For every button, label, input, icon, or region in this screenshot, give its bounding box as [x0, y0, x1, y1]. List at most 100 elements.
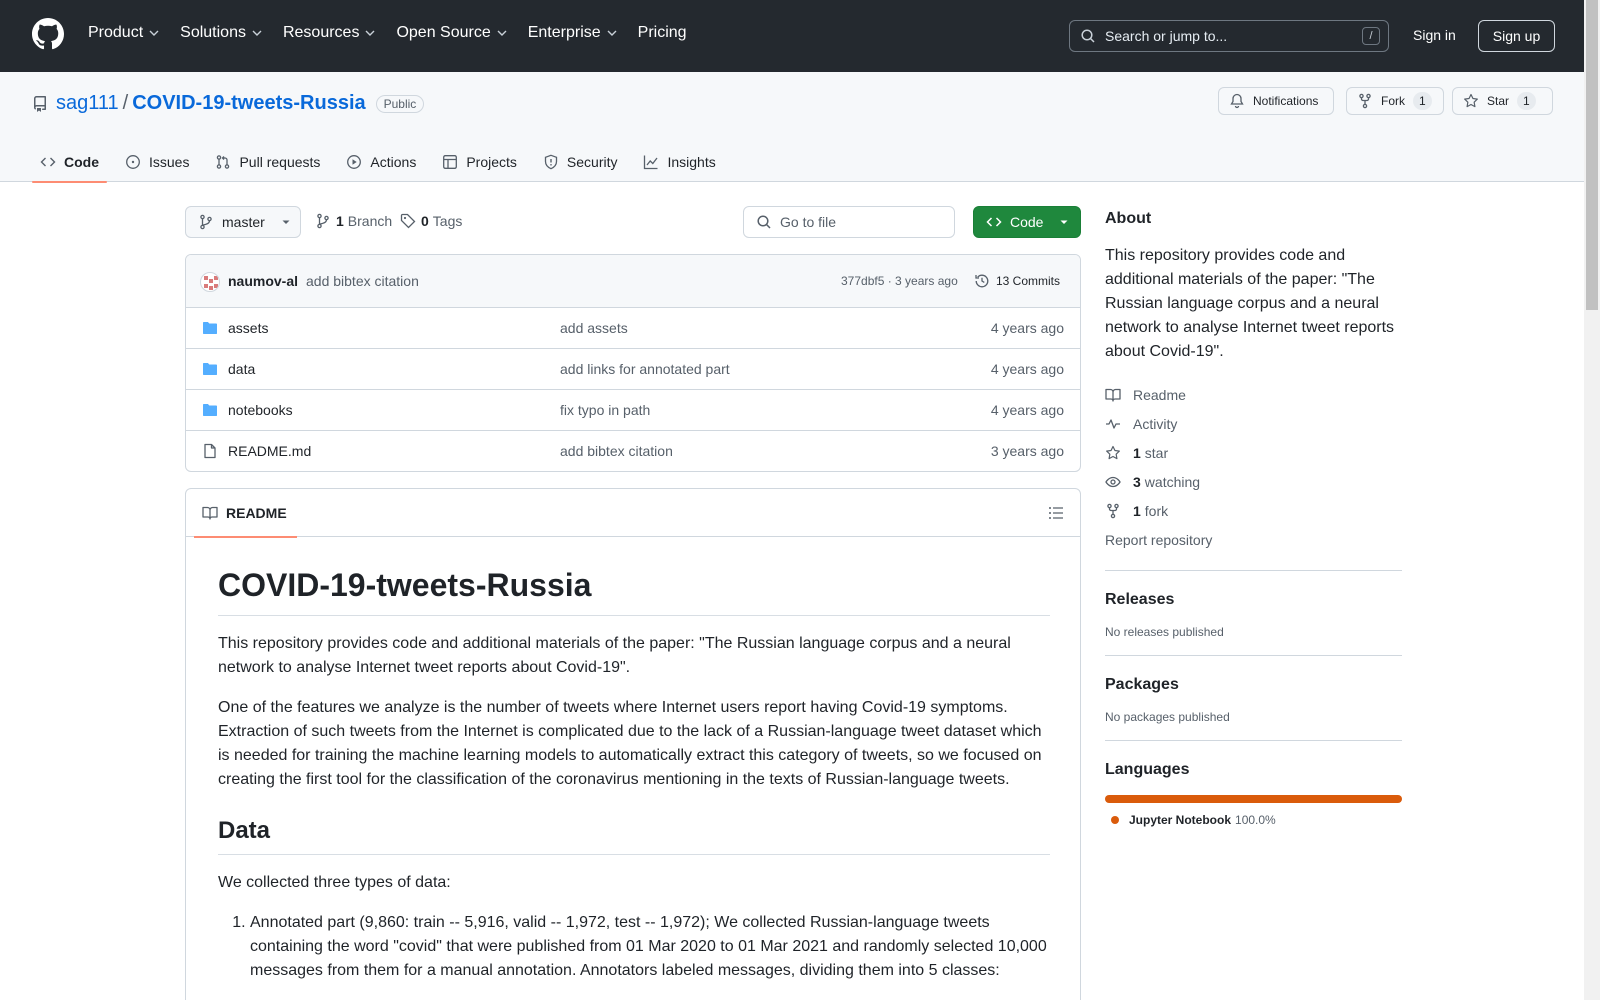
commits-history-link[interactable]: 13 Commits [974, 273, 1060, 289]
readme-heading: COVID-19-tweets-Russia [218, 565, 1050, 616]
chevron-down-icon [252, 30, 262, 36]
nav-open-source[interactable]: Open Source [396, 24, 507, 42]
tab-code[interactable]: Code [32, 142, 107, 183]
avatar[interactable] [200, 272, 220, 292]
tags-link[interactable]: 0 Tags [400, 213, 462, 229]
eye-icon [1105, 476, 1121, 487]
global-header: Product Solutions Resources Open Source … [0, 0, 1584, 72]
star-button[interactable]: Star 1 [1452, 87, 1553, 115]
languages-title: Languages [1105, 761, 1190, 778]
commit-message-link[interactable]: add bibtex citation [306, 273, 419, 289]
forks-link[interactable]: 1 fork [1105, 496, 1402, 525]
releases-title[interactable]: Releases [1105, 591, 1402, 609]
global-search-input[interactable]: Search or jump to... / [1069, 20, 1389, 52]
file-icon [204, 443, 216, 459]
repo-sidebar: About This repository provides code and … [1105, 210, 1402, 827]
search-icon [757, 215, 771, 229]
folder-icon [203, 363, 217, 375]
packages-section: Packages No packages published [1105, 655, 1402, 724]
tab-insights[interactable]: Insights [635, 142, 723, 182]
page-scrollbar[interactable] [1584, 0, 1600, 1000]
code-dropdown-button[interactable]: Code [973, 206, 1081, 238]
identicon-icon [204, 276, 218, 290]
outline-list-icon[interactable] [1048, 505, 1064, 521]
repo-path-separator: / [122, 92, 129, 114]
readme-link[interactable]: Readme [1105, 380, 1402, 409]
branches-link[interactable]: 1 Branch [315, 213, 392, 229]
language-item[interactable]: Jupyter Notebook 100.0% [1111, 813, 1402, 827]
nav-solutions[interactable]: Solutions [180, 24, 263, 42]
play-icon [347, 155, 362, 169]
bell-icon [1230, 93, 1244, 109]
language-color-dot [1111, 816, 1119, 824]
watchers-link[interactable]: 3 watching [1105, 467, 1402, 496]
tag-icon [400, 213, 416, 229]
file-row[interactable]: notebooks fix typo in path 4 years ago [186, 390, 1080, 431]
folder-icon [203, 322, 217, 334]
about-title: About [1105, 210, 1152, 227]
branch-name: master [222, 214, 265, 230]
caret-down-icon [282, 220, 290, 224]
file-row[interactable]: README.md add bibtex citation 3 years ag… [186, 431, 1080, 471]
branch-icon [200, 214, 212, 230]
nav-product[interactable]: Product [88, 24, 160, 42]
repo-name-link[interactable]: COVID-19-tweets-Russia [132, 92, 365, 115]
search-shortcut-key: / [1362, 27, 1380, 45]
table-icon [443, 155, 458, 169]
packages-title[interactable]: Packages [1105, 676, 1402, 694]
tab-pull-requests[interactable]: Pull requests [207, 142, 328, 182]
branch-select-button[interactable]: master [185, 206, 301, 238]
fork-button[interactable]: Fork 1 [1346, 87, 1444, 115]
top-navigation: Product Solutions Resources Open Source … [88, 24, 707, 42]
readme-tab[interactable]: README [194, 489, 297, 538]
report-repository-link[interactable]: Report repository [1105, 525, 1402, 554]
latest-commit-row: naumov-al add bibtex citation 377dbf5 · … [186, 255, 1080, 308]
readme-header: README [186, 489, 1080, 538]
tab-projects[interactable]: Projects [434, 142, 525, 182]
releases-section: Releases No releases published [1105, 570, 1402, 639]
nav-pricing[interactable]: Pricing [638, 24, 687, 42]
fork-icon [1107, 503, 1119, 518]
go-to-file-input[interactable]: Go to file [743, 206, 955, 238]
chevron-down-icon [497, 30, 507, 36]
shield-icon [544, 154, 558, 170]
activity-link[interactable]: Activity [1105, 409, 1402, 438]
scrollbar-thumb[interactable] [1586, 0, 1598, 310]
nav-resources[interactable]: Resources [283, 24, 376, 42]
chevron-down-icon [365, 30, 375, 36]
graph-icon [644, 155, 659, 170]
notifications-button[interactable]: Notifications [1218, 87, 1334, 115]
file-row[interactable]: assets add assets 4 years ago [186, 308, 1080, 349]
search-placeholder: Search or jump to... [1105, 28, 1228, 44]
readme-ordered-list: Annotated part (9,860: train -- 5,916, v… [218, 911, 1050, 983]
commit-author-link[interactable]: naumov-al [228, 273, 298, 289]
readme-paragraph: This repository provides code and additi… [218, 635, 1011, 676]
list-item: Annotated part (9,860: train -- 5,916, v… [250, 911, 1050, 983]
repo-owner-link[interactable]: sag111 [56, 92, 119, 115]
tab-issues[interactable]: Issues [117, 142, 197, 182]
file-row[interactable]: data add links for annotated part 4 year… [186, 349, 1080, 390]
branch-toolbar: master 1 Branch 0 Tags Go to file Code [185, 206, 1081, 238]
repo-icon [33, 95, 46, 112]
chevron-down-icon [149, 30, 159, 36]
sign-in-link[interactable]: Sign in [1413, 27, 1456, 43]
repo-tabs: Code Issues Pull requests Actions Projec… [32, 142, 734, 183]
github-logo-icon[interactable] [32, 18, 64, 50]
code-icon [40, 157, 56, 167]
tab-actions[interactable]: Actions [338, 142, 424, 182]
fork-count: 1 [1413, 92, 1432, 110]
readme-paragraph: One of the features we analyze is the nu… [218, 699, 1042, 788]
repo-title: sag111 / COVID-19-tweets-Russia Public [32, 92, 425, 115]
nav-enterprise[interactable]: Enterprise [528, 24, 618, 42]
book-icon [1105, 388, 1121, 402]
chevron-down-icon [607, 30, 617, 36]
tab-security[interactable]: Security [535, 142, 626, 182]
sign-up-button[interactable]: Sign up [1478, 20, 1555, 52]
caret-down-icon [1060, 220, 1068, 224]
star-count: 1 [1517, 92, 1536, 110]
stars-link[interactable]: 1 star [1105, 438, 1402, 467]
readme-panel: README COVID-19-tweets-Russia This repos… [185, 488, 1081, 1000]
star-icon [1106, 445, 1120, 459]
commit-hash-and-age[interactable]: 377dbf5 · 3 years ago [841, 274, 958, 288]
repository-header: sag111 / COVID-19-tweets-Russia Public N… [0, 72, 1584, 183]
